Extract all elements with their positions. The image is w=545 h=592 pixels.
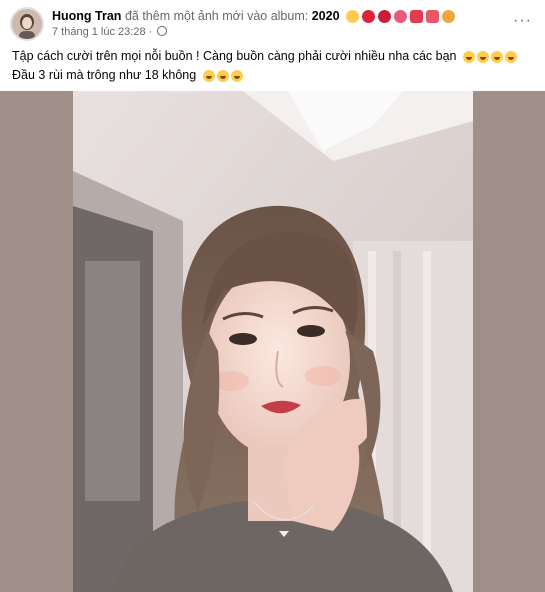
author-name[interactable]: Huong Tran: [52, 9, 121, 23]
avatar-photo: [12, 9, 42, 39]
post-action-text: đã thêm một ảnh mới vào album:: [124, 9, 309, 23]
post-header: Huong Tran đã thêm một ảnh mới vào album…: [10, 7, 535, 41]
bouquet-emoji-icon: [442, 10, 456, 23]
tears-of-joy-emoji-icon: [230, 70, 243, 82]
rose-emoji-icon: [378, 10, 392, 23]
title-emojis: [346, 10, 456, 23]
post-photo-container[interactable]: [0, 91, 545, 592]
author-avatar[interactable]: [10, 7, 44, 41]
grin-emoji-icon: [505, 51, 517, 63]
smile-emoji-icon: [346, 10, 360, 23]
laughing-emojis: [202, 70, 243, 82]
post-timestamp[interactable]: 7 tháng 1 lúc 23:28: [52, 26, 146, 38]
grin-emoji-icon: [463, 51, 475, 63]
tears-of-joy-emoji-icon: [216, 70, 229, 82]
post-meta: 7 tháng 1 lúc 23:28 ·: [52, 26, 168, 39]
caption-line-1: Tập cách cười trên mọi nỗi buồn ! Càng b…: [12, 47, 532, 66]
more-horizontal-icon[interactable]: ···: [513, 13, 531, 31]
tulip-emoji-icon: [394, 10, 408, 23]
grin-emoji-icon: [491, 51, 503, 63]
rose-emoji-icon: [362, 10, 376, 23]
album-link[interactable]: 2020: [312, 9, 340, 23]
caption-line-2: Đầu 3 rùi mà trông như 18 không: [12, 66, 532, 85]
grin-emojis: [463, 51, 517, 63]
ribbon-emoji-icon: [426, 10, 440, 23]
ribbon-emoji-icon: [410, 10, 424, 23]
tears-of-joy-emoji-icon: [202, 70, 215, 82]
globe-icon: [157, 26, 168, 36]
facebook-post: Huong Tran đã thêm một ảnh mới vào album…: [0, 0, 545, 592]
post-caption: Tập cách cười trên mọi nỗi buồn ! Càng b…: [12, 47, 532, 85]
grin-emoji-icon: [477, 51, 489, 63]
post-photo[interactable]: [73, 91, 473, 592]
post-title-line: Huong Tran đã thêm một ảnh mới vào album…: [52, 9, 456, 24]
selfie-image: [73, 91, 473, 592]
